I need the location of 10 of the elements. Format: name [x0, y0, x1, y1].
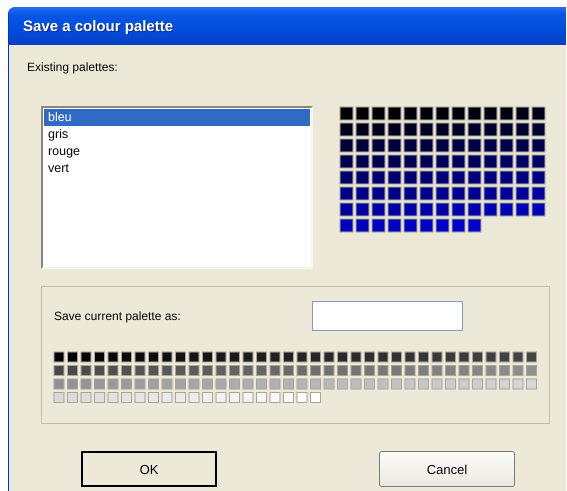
field-label: Save current palette as:: [54, 309, 182, 323]
list-item[interactable]: bleu: [44, 109, 310, 126]
list-item[interactable]: gris: [44, 126, 310, 143]
dialog-button[interactable]: OK: [81, 451, 217, 487]
window-title: Save a colour palette: [23, 18, 174, 34]
dialog-button[interactable]: Cancel: [379, 451, 515, 487]
input-field[interactable]: [312, 301, 463, 331]
field-label: Existing palettes:: [27, 60, 118, 74]
list-item[interactable]: vert: [44, 160, 310, 177]
list-item[interactable]: rouge: [44, 143, 310, 160]
